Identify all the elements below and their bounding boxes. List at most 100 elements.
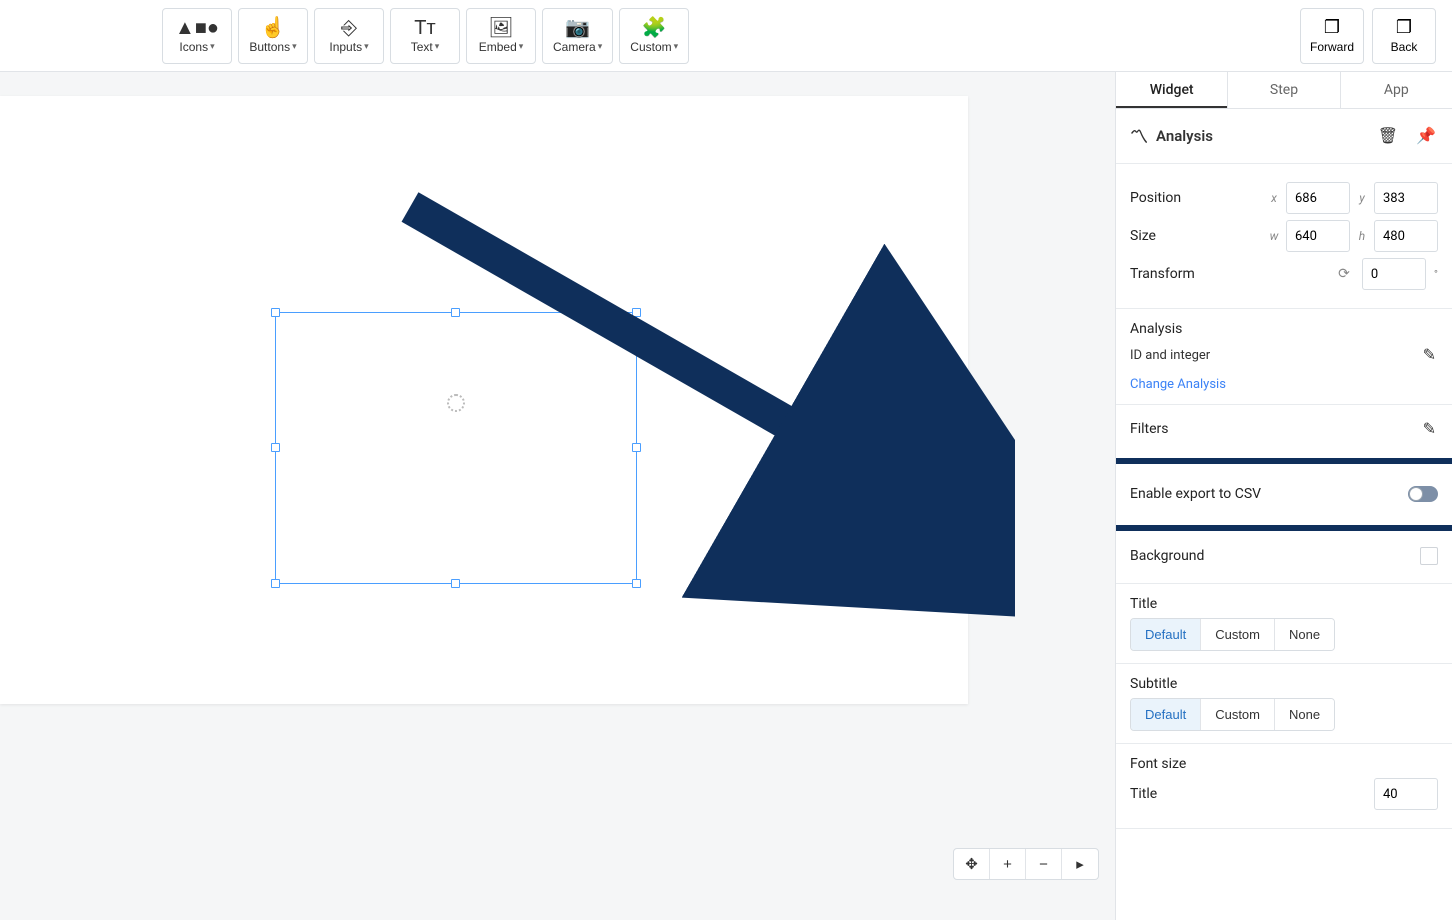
- resize-handle-mr[interactable]: [632, 443, 641, 452]
- resize-handle-tr[interactable]: [632, 308, 641, 317]
- title-segmented: Default Custom None: [1130, 618, 1335, 651]
- background-label: Background: [1130, 548, 1420, 564]
- inspector-title: Analysis: [1156, 127, 1213, 145]
- title-default-button[interactable]: Default: [1131, 619, 1201, 650]
- x-label: x: [1268, 191, 1280, 205]
- pin-icon: 📌: [1416, 128, 1436, 145]
- inspector-header: 〽 Analysis 🗑 📌: [1116, 109, 1452, 164]
- back-icon: ❐: [1396, 17, 1412, 38]
- subtitle-default-button[interactable]: Default: [1131, 699, 1201, 730]
- pencil-icon: ✎: [1423, 347, 1436, 364]
- forward-button[interactable]: ❐ Forward: [1300, 8, 1364, 64]
- subtitle-section-label: Subtitle: [1130, 676, 1177, 692]
- resize-handle-bl[interactable]: [271, 579, 280, 588]
- canvas-page[interactable]: [0, 96, 968, 704]
- loading-spinner-icon: [447, 394, 465, 412]
- pointer-icon: ☝: [261, 18, 286, 38]
- pin-button[interactable]: 📌: [1414, 124, 1438, 148]
- icons-dropdown[interactable]: ▲■● Icons ▾: [162, 8, 232, 64]
- zoom-next-button[interactable]: ▸: [1062, 849, 1098, 879]
- trash-icon: 🗑: [1378, 128, 1398, 145]
- zoom-controls: ✥ + − ▸: [953, 848, 1099, 880]
- inspector-sidebar: Widget Step App 〽 Analysis 🗑 📌 Position …: [1115, 72, 1452, 920]
- edit-analysis-button[interactable]: ✎: [1421, 343, 1438, 367]
- transform-label: Transform: [1130, 266, 1338, 282]
- fontsize-title-label: Title: [1130, 786, 1374, 802]
- fontsize-label: Font size: [1130, 756, 1186, 772]
- inspector-tabs: Widget Step App: [1116, 72, 1452, 109]
- camera-icon: 📷: [565, 18, 590, 38]
- plus-icon: +: [1003, 856, 1012, 873]
- resize-handle-bm[interactable]: [451, 579, 460, 588]
- top-toolbar: ▲■● Icons ▾ ☝ Buttons ▾ ⎆ Inputs ▾ Tᴛ Te…: [0, 0, 1452, 72]
- puzzle-icon: 🧩: [642, 18, 667, 38]
- filters-panel: Filters ✎: [1116, 405, 1452, 460]
- resize-handle-ml[interactable]: [271, 443, 280, 452]
- tab-widget[interactable]: Widget: [1116, 72, 1228, 108]
- minus-icon: −: [1039, 856, 1048, 873]
- subtitle-none-button[interactable]: None: [1275, 699, 1334, 730]
- tab-app[interactable]: App: [1341, 72, 1452, 108]
- text-dropdown[interactable]: Tᴛ Text ▾: [390, 8, 460, 64]
- position-label: Position: [1130, 190, 1268, 206]
- background-panel: Background: [1116, 529, 1452, 584]
- inputs-dropdown[interactable]: ⎆ Inputs ▾: [314, 8, 384, 64]
- analysis-panel: Analysis ID and integer ✎ Change Analysi…: [1116, 309, 1452, 405]
- w-label: w: [1268, 229, 1280, 243]
- title-none-button[interactable]: None: [1275, 619, 1334, 650]
- embed-dropdown[interactable]: 🖼 Embed ▾: [466, 8, 536, 64]
- zoom-in-button[interactable]: +: [990, 849, 1026, 879]
- delete-button[interactable]: 🗑: [1376, 124, 1400, 148]
- camera-dropdown[interactable]: 📷 Camera ▾: [542, 8, 613, 64]
- position-x-input[interactable]: [1286, 182, 1350, 214]
- rotate-icon: ⟳: [1338, 266, 1350, 282]
- change-analysis-link[interactable]: Change Analysis: [1130, 377, 1226, 392]
- resize-handle-tm[interactable]: [451, 308, 460, 317]
- y-label: y: [1356, 191, 1368, 205]
- custom-dropdown[interactable]: 🧩 Custom ▾: [619, 8, 689, 64]
- text-icon: Tᴛ: [414, 18, 435, 38]
- export-csv-panel: Enable export to CSV: [1116, 460, 1452, 529]
- background-color-swatch[interactable]: [1420, 547, 1438, 565]
- edit-filters-button[interactable]: ✎: [1421, 417, 1438, 441]
- image-icon: 🖼: [488, 18, 513, 38]
- export-csv-toggle[interactable]: [1408, 486, 1438, 502]
- position-y-input[interactable]: [1374, 182, 1438, 214]
- resize-handle-br[interactable]: [632, 579, 641, 588]
- title-custom-button[interactable]: Custom: [1201, 619, 1275, 650]
- fontsize-panel: Font size Title: [1116, 744, 1452, 829]
- move-tool-button[interactable]: ✥: [954, 849, 990, 879]
- selected-widget[interactable]: [275, 312, 637, 584]
- buttons-dropdown[interactable]: ☝ Buttons ▾: [238, 8, 308, 64]
- chevron-right-icon: ▸: [1076, 855, 1084, 873]
- canvas-area[interactable]: ✥ + − ▸: [0, 72, 1115, 920]
- caret-down-icon: ▾: [210, 41, 215, 52]
- size-label: Size: [1130, 228, 1268, 244]
- title-panel: Title Default Custom None: [1116, 584, 1452, 664]
- shapes-icon: ▲■●: [175, 18, 219, 38]
- tab-step[interactable]: Step: [1228, 72, 1340, 108]
- fontsize-title-input[interactable]: [1374, 778, 1438, 810]
- export-csv-label: Enable export to CSV: [1130, 486, 1408, 502]
- move-icon: ✥: [965, 855, 978, 873]
- analysis-icon: 〽: [1130, 123, 1148, 149]
- subtitle-segmented: Default Custom None: [1130, 698, 1335, 731]
- subtitle-custom-button[interactable]: Custom: [1201, 699, 1275, 730]
- zoom-out-button[interactable]: −: [1026, 849, 1062, 879]
- resize-handle-tl[interactable]: [271, 308, 280, 317]
- back-button[interactable]: ❐ Back: [1372, 8, 1436, 64]
- geometry-panel: Position x y Size w h Transform: [1116, 164, 1452, 309]
- analysis-id-text: ID and integer: [1130, 348, 1210, 363]
- degree-symbol: °: [1434, 268, 1438, 281]
- size-h-input[interactable]: [1374, 220, 1438, 252]
- analysis-section-label: Analysis: [1130, 321, 1182, 337]
- filters-label: Filters: [1130, 421, 1169, 437]
- transform-input[interactable]: [1362, 258, 1426, 290]
- input-icon: ⎆: [341, 18, 357, 38]
- forward-icon: ❐: [1324, 17, 1340, 38]
- subtitle-panel: Subtitle Default Custom None: [1116, 664, 1452, 744]
- title-section-label: Title: [1130, 596, 1157, 612]
- nav-buttons: ❐ Forward ❐ Back: [1300, 8, 1436, 64]
- size-w-input[interactable]: [1286, 220, 1350, 252]
- h-label: h: [1356, 229, 1368, 243]
